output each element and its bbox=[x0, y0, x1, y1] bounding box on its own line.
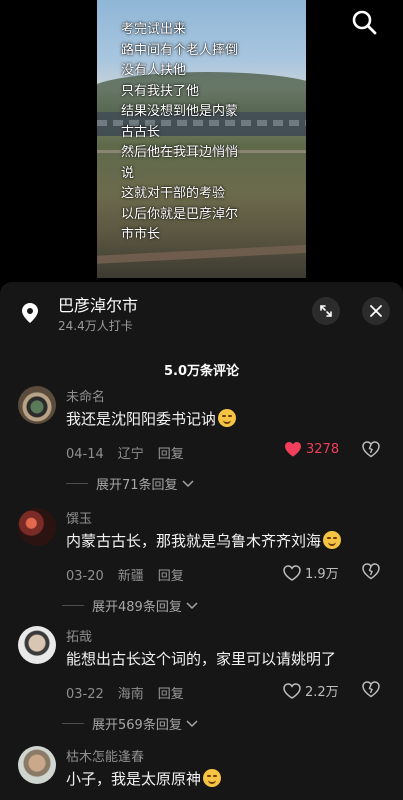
like-button[interactable]: 2.2万 bbox=[283, 681, 339, 700]
video-frame: 考完试出来 路中间有个老人摔倒 没有人扶他 只有我扶了他 结果没想到他是内蒙 古… bbox=[97, 0, 306, 278]
smile-emoji-icon bbox=[323, 531, 342, 549]
caption-line: 考完试出来 bbox=[121, 22, 187, 37]
caption-line: 市市长 bbox=[121, 227, 161, 242]
caption-line: 没有人扶他 bbox=[121, 63, 187, 78]
expand-replies-label: 展开489条回复 bbox=[92, 600, 182, 615]
avatar[interactable] bbox=[18, 386, 56, 424]
caption-line: 路中间有个老人摔倒 bbox=[121, 42, 239, 58]
caption-line: 古古长 bbox=[121, 124, 161, 140]
expand-replies-button[interactable]: 展开489条回复 bbox=[62, 596, 198, 615]
heart-outline-icon bbox=[283, 682, 301, 699]
heart-outline-icon bbox=[283, 564, 301, 581]
comment-text-content: 我还是沈阳阳委书记讷 bbox=[66, 410, 217, 428]
caption-line: 这就对干部的考验 bbox=[121, 186, 226, 201]
comment-count: 5.0万条评论 bbox=[163, 364, 240, 379]
comments-sheet: 巴彦淖尔市 24.4万人打卡 5.0万条评论 未命名 我还是沈阳阳委书记讷 04… bbox=[0, 282, 403, 800]
comment-username[interactable]: 拓哉 bbox=[66, 626, 92, 645]
comment-region: 辽宁 bbox=[117, 447, 144, 462]
expand-replies-label: 展开569条回复 bbox=[92, 718, 182, 733]
expand-replies-button[interactable]: 展开71条回复 bbox=[66, 474, 194, 493]
comment-region: 新疆 bbox=[117, 569, 144, 584]
smile-emoji-icon bbox=[218, 409, 237, 427]
dislike-icon[interactable] bbox=[362, 562, 380, 580]
comment-meta: 03-22 海南 回复 bbox=[66, 683, 198, 702]
avatar[interactable] bbox=[18, 626, 56, 664]
expand-icon[interactable] bbox=[312, 297, 340, 325]
dislike-icon[interactable] bbox=[362, 440, 380, 458]
chevron-down-icon bbox=[182, 479, 194, 487]
divider bbox=[62, 723, 84, 724]
dislike-icon[interactable] bbox=[362, 680, 380, 698]
comment-username[interactable]: 枯木怎能逢春 bbox=[66, 746, 144, 765]
location-checkins: 24.4万人打卡 bbox=[58, 319, 133, 333]
comment-meta: 03-20 新疆 回复 bbox=[66, 565, 198, 584]
like-count: 1.9万 bbox=[305, 567, 339, 582]
comment-username[interactable]: 馔玉 bbox=[66, 508, 92, 527]
comment-date: 03-22 bbox=[66, 687, 104, 702]
like-button[interactable]: 1.9万 bbox=[283, 563, 339, 582]
avatar[interactable] bbox=[18, 508, 56, 546]
avatar[interactable] bbox=[18, 746, 56, 784]
chevron-down-icon bbox=[186, 601, 198, 609]
comment-text: 小子，我是太原原神 bbox=[66, 768, 222, 789]
comment-text: 我还是沈阳阳委书记讷 bbox=[66, 408, 237, 429]
comment-meta: 04-14 辽宁 回复 bbox=[66, 443, 198, 462]
divider bbox=[62, 605, 84, 606]
heart-filled-icon bbox=[285, 442, 301, 457]
reply-button[interactable]: 回复 bbox=[158, 569, 184, 584]
reply-button[interactable]: 回复 bbox=[158, 447, 184, 462]
video-caption-overlay: 考完试出来 路中间有个老人摔倒 没有人扶他 只有我扶了他 结果没想到他是内蒙 古… bbox=[121, 20, 291, 246]
like-button[interactable]: 3278 bbox=[284, 441, 339, 457]
like-count: 3278 bbox=[306, 441, 340, 457]
comment-text: 内蒙古古长，那我就是乌鲁木齐齐刘海 bbox=[66, 530, 342, 551]
close-icon[interactable] bbox=[362, 297, 390, 325]
caption-line: 只有我扶了他 bbox=[121, 83, 200, 99]
divider bbox=[66, 483, 88, 484]
rail-foreground bbox=[97, 244, 306, 264]
comment-region: 海南 bbox=[117, 687, 144, 702]
location-header[interactable]: 巴彦淖尔市 24.4万人打卡 bbox=[0, 282, 403, 340]
caption-line: 结果没想到他是内蒙 bbox=[121, 104, 239, 119]
chevron-down-icon bbox=[186, 719, 198, 727]
like-count: 2.2万 bbox=[305, 685, 339, 700]
comment-date: 03-20 bbox=[66, 569, 104, 584]
search-icon[interactable] bbox=[350, 8, 378, 36]
location-title[interactable]: 巴彦淖尔市 bbox=[58, 292, 138, 316]
reply-button[interactable]: 回复 bbox=[158, 687, 184, 702]
video-player[interactable]: 考完试出来 路中间有个老人摔倒 没有人扶他 只有我扶了他 结果没想到他是内蒙 古… bbox=[0, 0, 403, 282]
caption-line: 以后你就是巴彦淖尔 bbox=[121, 206, 239, 222]
comment-date: 04-14 bbox=[66, 447, 104, 462]
comment-username[interactable]: 未命名 bbox=[66, 386, 105, 405]
location-pin-icon bbox=[22, 303, 38, 323]
comment-text-content: 小子，我是太原原神 bbox=[66, 770, 202, 788]
expand-replies-button[interactable]: 展开569条回复 bbox=[62, 714, 198, 733]
comment-text: 能想出古长这个词的，家里可以请姚明了 bbox=[66, 650, 337, 668]
comment-text-content: 内蒙古古长，那我就是乌鲁木齐齐刘海 bbox=[66, 532, 322, 550]
expand-replies-label: 展开71条回复 bbox=[96, 478, 178, 493]
smile-emoji-icon bbox=[203, 769, 222, 787]
caption-line: 说 bbox=[121, 165, 135, 181]
caption-line: 然后他在我耳边悄悄 bbox=[121, 145, 239, 160]
